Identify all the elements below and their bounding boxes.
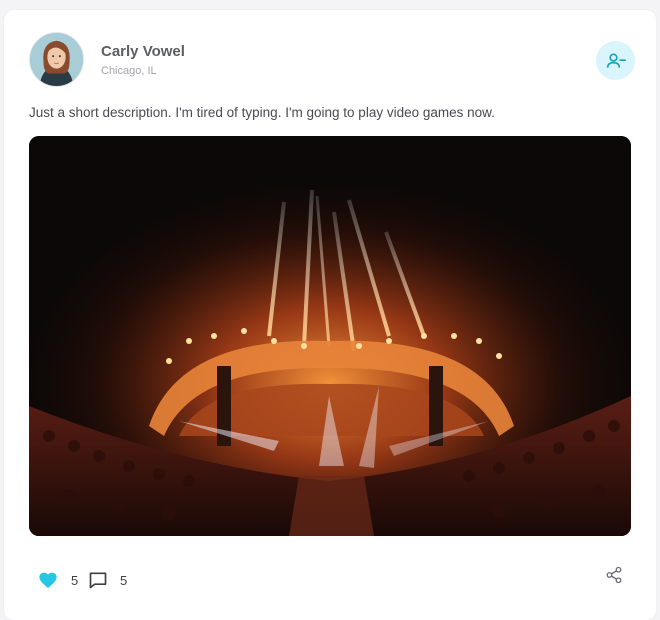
- avatar-image: [30, 33, 83, 86]
- user-name[interactable]: Carly Vowel: [101, 43, 185, 60]
- post-card: Carly Vowel Chicago, IL Just a short des…: [4, 10, 656, 620]
- comment-icon[interactable]: [88, 570, 108, 590]
- post-footer: 5 5: [29, 566, 635, 594]
- comment-count: 5: [120, 573, 128, 588]
- concert-photo: [29, 136, 631, 536]
- heart-icon[interactable]: [38, 571, 58, 589]
- post-header: Carly Vowel Chicago, IL: [29, 32, 635, 88]
- user-minus-icon: [606, 53, 626, 68]
- post-description: Just a short description. I'm tired of t…: [29, 105, 495, 120]
- user-location: Chicago, IL: [101, 65, 157, 77]
- unfollow-button[interactable]: [596, 41, 635, 80]
- avatar[interactable]: [29, 32, 84, 87]
- post-image[interactable]: [29, 136, 631, 536]
- share-icon[interactable]: [605, 566, 623, 584]
- like-count: 5: [71, 573, 79, 588]
